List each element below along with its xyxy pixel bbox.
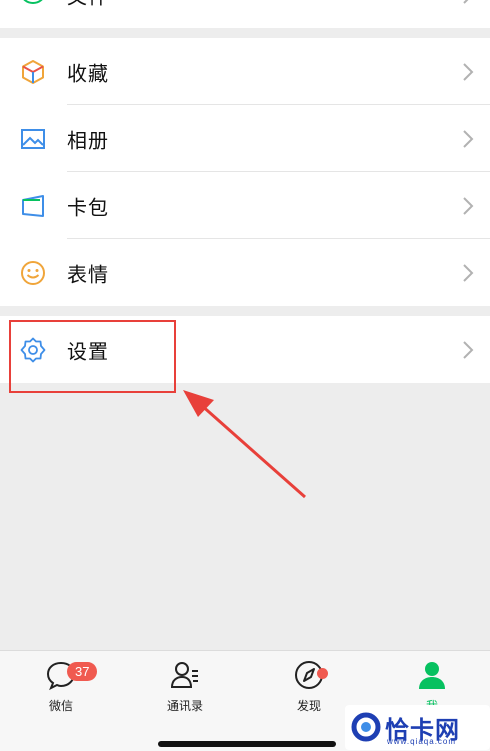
tab-chats[interactable]: 37 微信 <box>21 659 101 714</box>
tab-label: 通讯录 <box>166 699 203 713</box>
annotation-arrow-icon <box>183 390 306 499</box>
contacts-icon <box>170 662 198 688</box>
unread-badge: 37 <box>67 662 98 681</box>
watermark-url: www.qiaqa.com <box>387 737 457 746</box>
tab-label: 微信 <box>48 699 73 713</box>
watermark-logo-icon <box>351 712 381 742</box>
person-icon <box>419 662 445 689</box>
home-indicator <box>158 741 336 747</box>
watermark: 恰卡网 www.qiaqa.com <box>345 705 490 750</box>
tab-label: 发现 <box>296 699 321 713</box>
notification-dot <box>317 668 328 679</box>
tab-discover[interactable]: 发现 <box>269 659 349 714</box>
tab-contacts[interactable]: 通讯录 <box>145 659 225 714</box>
